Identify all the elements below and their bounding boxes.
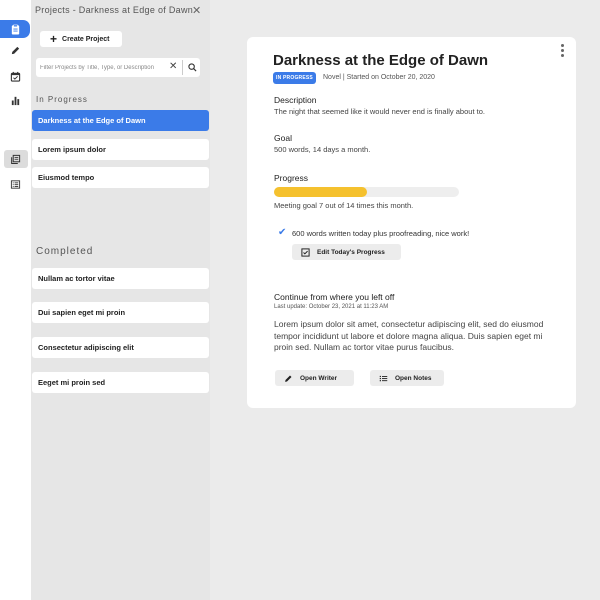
project-item[interactable]: Lorem ipsum dolor <box>32 139 209 160</box>
progress-bar <box>274 187 459 197</box>
project-item[interactable]: Eiusmod tempo <box>32 167 209 188</box>
open-writer-button[interactable]: Open Writer <box>275 370 354 386</box>
progress-label: Progress <box>274 173 309 183</box>
search-icon[interactable] <box>188 63 197 72</box>
checkmark-icon: ✔ <box>278 227 287 238</box>
project-meta: Novel | Started on October 20, 2020 <box>323 74 435 81</box>
calendar-nav-button[interactable] <box>0 67 31 85</box>
clear-filter-icon[interactable]: ✕ <box>169 61 177 72</box>
progress-text: Meeting goal 7 out of 14 times this mont… <box>274 201 414 210</box>
open-notes-button[interactable]: Open Notes <box>370 370 444 386</box>
open-notes-label: Open Notes <box>395 374 432 382</box>
pencil-icon <box>285 375 292 382</box>
project-item[interactable]: Darkness at the Edge of Dawn <box>32 110 209 131</box>
today-progress-text: 600 words written today plus proofreadin… <box>292 229 470 238</box>
projects-nav-button[interactable] <box>0 20 30 38</box>
completed-heading: Completed <box>36 246 94 257</box>
edit-progress-label: Edit Today's Progress <box>317 248 385 256</box>
close-icon[interactable]: ✕ <box>192 4 201 17</box>
status-badge: IN PROGRESS <box>273 72 316 84</box>
clipboard-icon <box>11 24 19 35</box>
list-bullets-icon <box>379 375 388 381</box>
last-update-text: Last update: October 23, 2021 at 11:23 A… <box>274 304 389 310</box>
panel-title: Projects - Darkness at Edge of Dawn <box>35 5 194 15</box>
list-nav-button[interactable] <box>0 175 31 193</box>
stats-nav-button[interactable] <box>0 91 31 109</box>
project-title: Darkness at the Edge of Dawn <box>273 52 489 69</box>
projects-panel: Projects - Darkness at Edge of Dawn ✕ + … <box>31 0 210 600</box>
library-icon <box>11 154 21 164</box>
description-text: The night that seemed like it would neve… <box>274 107 485 116</box>
description-label: Description <box>274 95 317 105</box>
filter-divider <box>182 60 183 75</box>
filter-bar: ✕ <box>36 58 200 77</box>
in-progress-heading: In Progress <box>36 95 88 104</box>
filter-input[interactable] <box>40 61 168 74</box>
open-writer-label: Open Writer <box>300 374 338 382</box>
project-item[interactable]: Dui sapien eget mi proin <box>32 302 209 323</box>
project-item[interactable]: Nullam ac tortor vitae <box>32 268 209 289</box>
goal-text: 500 words, 14 days a month. <box>274 145 371 154</box>
plus-icon: + <box>50 32 58 46</box>
edit-progress-button[interactable]: Edit Today's Progress <box>292 244 401 260</box>
goal-label: Goal <box>274 133 292 143</box>
create-project-button[interactable]: + Create Project <box>40 31 122 47</box>
icon-rail <box>0 0 31 600</box>
project-item[interactable]: Eeget mi proin sed <box>32 372 209 393</box>
list-icon <box>10 179 21 189</box>
library-nav-button[interactable] <box>0 150 31 168</box>
project-detail-card: Darkness at the Edge of Dawn IN PROGRESS… <box>247 37 576 408</box>
continue-excerpt: Lorem ipsum dolor sit amet, consectetur … <box>274 319 544 352</box>
project-item[interactable]: Consectetur adipiscing elit <box>32 337 209 358</box>
writer-nav-button[interactable] <box>0 41 31 59</box>
create-project-label: Create Project <box>62 35 110 43</box>
more-options-icon[interactable] <box>561 44 565 58</box>
pencil-icon <box>11 46 20 54</box>
continue-label: Continue from where you left off <box>274 292 395 302</box>
calendar-check-icon <box>10 71 21 82</box>
progress-bar-fill <box>274 187 367 197</box>
bar-chart-icon <box>11 96 20 105</box>
checkbox-icon <box>301 247 310 257</box>
